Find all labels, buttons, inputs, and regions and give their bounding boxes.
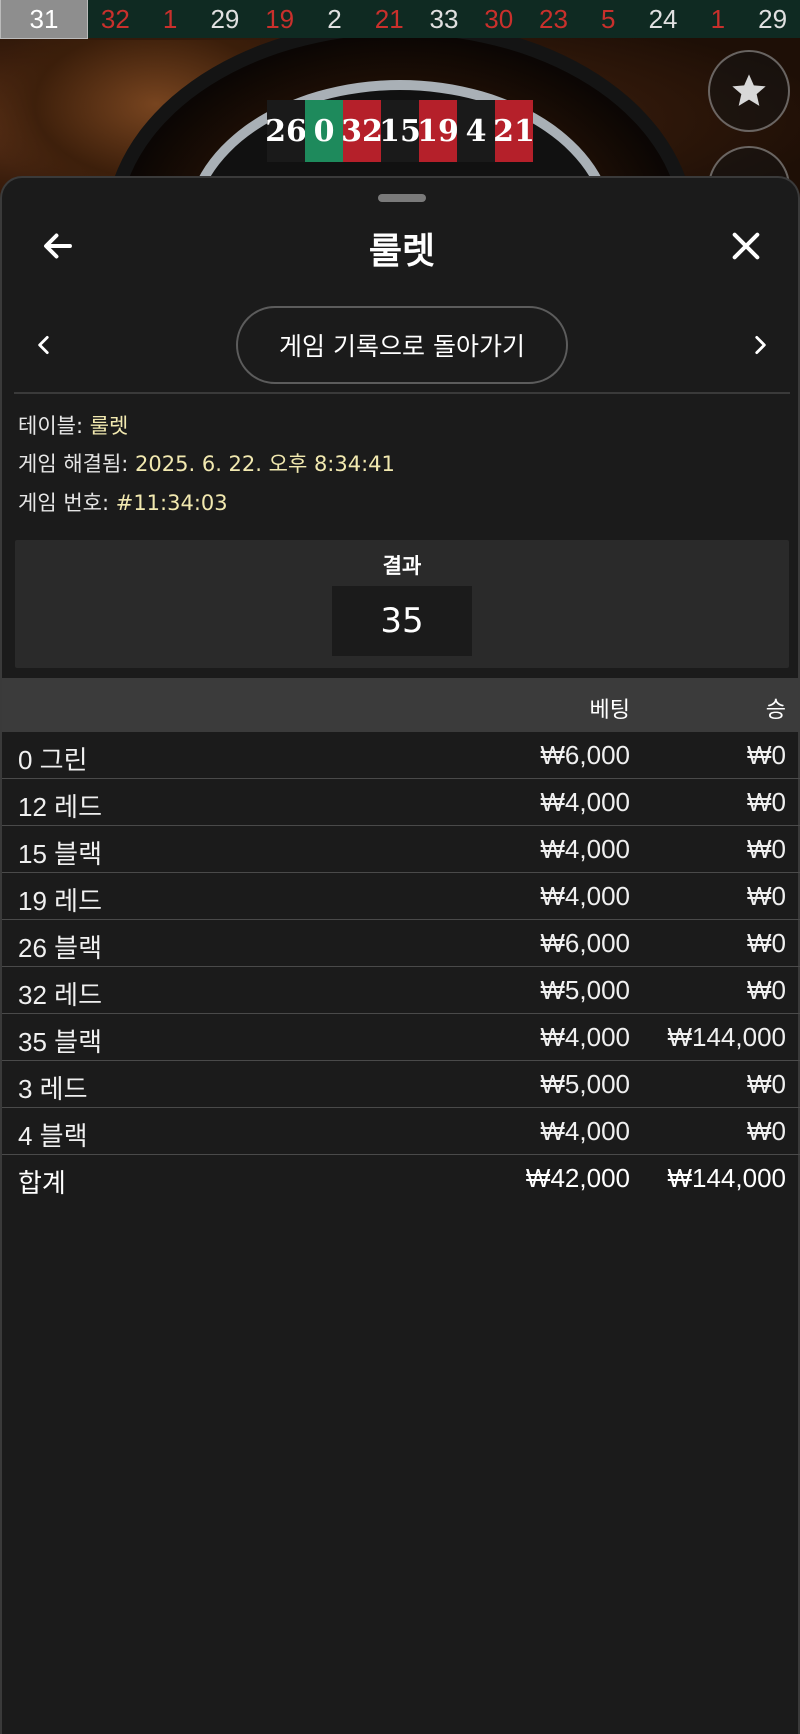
win-column-header: 승 — [765, 698, 786, 723]
win-amount-cell: ₩0 — [747, 928, 786, 958]
win-amount-cell: ₩0 — [747, 1116, 786, 1146]
history-number: 30 — [484, 4, 514, 34]
table-info-label: 테이블: — [18, 414, 84, 438]
wheel-pocket: 0 — [305, 100, 343, 162]
resolved-info-label: 게임 해결됨: — [18, 452, 129, 476]
recent-results-bar[interactable]: 31 32 1 29 19 2 21 33 30 23 5 24 1 29 — [0, 0, 800, 39]
history-number: 29 — [210, 4, 240, 34]
wheel-pocket: 15 — [379, 100, 421, 162]
result-number: 35 — [332, 586, 472, 656]
win-amount-cell: ₩0 — [747, 834, 786, 864]
bet-name-cell: 19 레드 — [18, 886, 102, 916]
previous-game-button[interactable] — [16, 317, 72, 373]
bet-amount-cell: ₩6,000 — [540, 740, 630, 770]
game-number-info: 게임 번호: #11:34:03 — [18, 491, 228, 515]
result-label: 결과 — [382, 554, 422, 578]
table-row: 12 레드 ₩4,000 ₩0 — [2, 779, 800, 826]
table-row: 0 그린 ₩6,000 ₩0 — [2, 732, 800, 779]
chevron-left-icon — [38, 336, 49, 354]
game-number-value: #11:34:03 — [115, 491, 228, 515]
bet-amount-cell: ₩5,000 — [540, 1069, 630, 1099]
table-row: 26 블랙 ₩6,000 ₩0 — [2, 920, 800, 967]
table-row: 4 블랙 ₩4,000 ₩0 — [2, 1108, 800, 1155]
bet-name-cell: 32 레드 — [18, 980, 102, 1010]
bet-name-cell: 0 그린 — [18, 745, 88, 775]
table-row: 3 레드 ₩5,000 ₩0 — [2, 1061, 800, 1108]
history-number: 1 — [162, 4, 178, 34]
close-icon — [732, 232, 760, 260]
table-info-value: 룰렛 — [89, 414, 129, 438]
chevron-right-icon — [755, 336, 766, 354]
wheel-pocket: 21 — [493, 100, 535, 162]
wheel-pocket: 32 — [341, 100, 383, 162]
bet-name-cell: 35 블랙 — [18, 1027, 102, 1057]
bet-amount-cell: ₩6,000 — [540, 928, 630, 958]
history-number: 5 — [601, 4, 616, 34]
win-amount-cell: ₩0 — [747, 1069, 786, 1099]
next-game-button[interactable] — [732, 317, 788, 373]
bet-amount-cell: ₩4,000 — [540, 1116, 630, 1146]
resolved-info-value: 2025. 6. 22. 오후 8:34:41 — [135, 452, 395, 476]
win-amount-cell: ₩0 — [747, 975, 786, 1005]
history-number: 2 — [327, 4, 342, 34]
win-amount-cell: ₩0 — [747, 787, 786, 817]
star-icon — [732, 74, 766, 106]
bet-amount-cell: ₩4,000 — [540, 834, 630, 864]
table-row: 19 레드 ₩4,000 ₩0 — [2, 873, 800, 920]
total-row: 합계 ₩42,000 ₩144,000 — [2, 1155, 800, 1202]
bets-table-header: 베팅 승 — [2, 678, 800, 732]
bet-name-cell: 15 블랙 — [18, 839, 102, 869]
bet-amount-cell: ₩42,000 — [525, 1163, 630, 1193]
history-number: 32 — [100, 4, 130, 34]
table-row: 32 레드 ₩5,000 ₩0 — [2, 967, 800, 1014]
bet-name-cell: 3 레드 — [18, 1074, 88, 1104]
table-info: 테이블: 룰렛 — [18, 414, 128, 438]
table-row: 15 블랙 ₩4,000 ₩0 — [2, 826, 800, 873]
history-number: 29 — [758, 4, 788, 34]
bet-column-header: 베팅 — [589, 698, 630, 723]
history-number: 33 — [429, 4, 459, 34]
history-navigation: 게임 기록으로 돌아가기 — [2, 306, 800, 384]
game-detail-sheet: 룰렛 게임 기록으로 돌아가기 테이블: 룰렛 게임 해결됨: 2025. 6.… — [0, 176, 800, 1734]
favorite-button[interactable] — [708, 50, 790, 132]
bet-amount-cell: ₩5,000 — [540, 975, 630, 1005]
close-button[interactable] — [718, 218, 774, 274]
divider — [14, 392, 790, 394]
history-number: 19 — [265, 4, 295, 34]
bet-name-cell: 합계 — [18, 1168, 66, 1198]
back-to-history-button[interactable]: 게임 기록으로 돌아가기 — [236, 306, 568, 384]
history-number: 23 — [539, 4, 568, 34]
win-amount-cell: ₩144,000 — [667, 1163, 786, 1193]
history-number: 1 — [710, 4, 726, 34]
win-amount-cell: ₩0 — [747, 740, 786, 770]
history-number: 24 — [648, 4, 678, 34]
game-number-label: 게임 번호: — [18, 491, 110, 515]
wheel-pocket: 4 — [457, 100, 495, 162]
bet-name-cell: 4 블랙 — [18, 1121, 88, 1151]
wheel-pocket: 19 — [417, 100, 459, 162]
result-panel: 결과 35 — [15, 540, 789, 668]
bet-name-cell: 12 레드 — [18, 792, 102, 822]
page-title: 룰렛 — [368, 231, 436, 272]
bet-amount-cell: ₩4,000 — [540, 787, 630, 817]
sheet-drag-handle[interactable] — [378, 194, 426, 202]
resolved-info: 게임 해결됨: 2025. 6. 22. 오후 8:34:41 — [18, 452, 395, 476]
bet-amount-cell: ₩4,000 — [540, 881, 630, 911]
history-number: 21 — [374, 4, 404, 34]
bets-table-body: 0 그린 ₩6,000 ₩0 12 레드 ₩4,000 ₩0 15 블랙 ₩4,000 ₩0 19… — [2, 732, 800, 1202]
win-amount-cell: ₩144,000 — [667, 1022, 786, 1052]
sheet-header: 룰렛 — [2, 212, 800, 282]
wheel-pocket: 26 — [265, 100, 307, 162]
bet-amount-cell: ₩4,000 — [540, 1022, 630, 1052]
table-row: 35 블랙 ₩4,000 ₩144,000 — [2, 1014, 800, 1061]
win-amount-cell: ₩0 — [747, 881, 786, 911]
history-number: 31 — [0, 0, 88, 39]
bet-name-cell: 26 블랙 — [18, 933, 102, 963]
